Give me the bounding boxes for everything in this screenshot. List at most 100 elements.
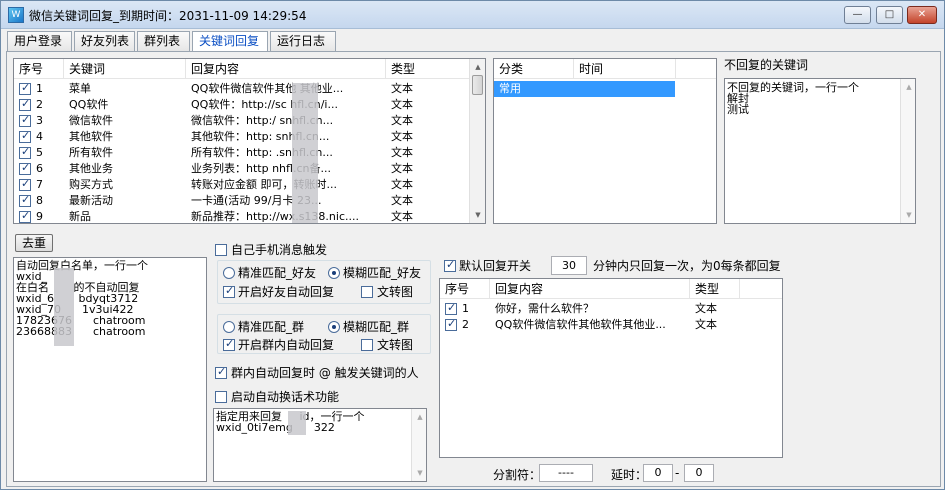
tab-user-login[interactable]: 用户登录 — [7, 31, 72, 51]
close-button[interactable]: ✕ — [907, 6, 937, 24]
table-row[interactable]: 4 其他软件 其他软件：http: snhfl.cn... 文本 — [14, 129, 469, 145]
friend-exact-radio[interactable] — [223, 267, 235, 279]
col-category[interactable]: 分类 — [494, 59, 574, 79]
table-row[interactable]: 6 其他业务 业务列表：http nhfl.cn备... 文本 — [14, 161, 469, 177]
row-checkbox[interactable] — [445, 317, 457, 331]
row-checkbox[interactable] — [19, 209, 31, 223]
col-index[interactable]: 序号 — [14, 59, 64, 79]
no-reply-textarea[interactable]: 不回复的关键词，一行一个 解封 测试 ▲ ▼ — [724, 78, 916, 224]
row-checkbox[interactable] — [19, 129, 31, 143]
scroll-thumb[interactable] — [472, 75, 483, 95]
table-row[interactable]: 9 新品 新品推荐：http://wx.s138.nic.... 文本 — [14, 209, 469, 223]
row-checkbox[interactable] — [19, 177, 31, 191]
table-row[interactable]: 3 微信软件 微信软件：http:/ snhfl.cn... 文本 — [14, 113, 469, 129]
row-checkbox[interactable] — [19, 81, 31, 95]
row-content: QQ软件微信软件其他软件其他业... — [495, 318, 666, 331]
whitelist-textarea[interactable]: 自动回复白名单，一行一个 wxid_ 在白名 的不自动回复 wxid_6 bdy… — [13, 257, 207, 482]
row-keyword: 其他业务 — [69, 162, 113, 175]
row-reply: 微信软件：http:/ snhfl.cn... — [191, 114, 334, 127]
col-index[interactable]: 序号 — [440, 279, 490, 299]
minimize-button[interactable]: — — [844, 6, 871, 24]
group-exact-label: 精准匹配_群 — [238, 320, 305, 334]
row-reply: 其他软件：http: snhfl.cn... — [191, 130, 330, 143]
reply-interval-input[interactable]: 30 — [551, 256, 587, 275]
table-row[interactable]: 5 所有软件 所有软件：http: .snhfl.cn... 文本 — [14, 145, 469, 161]
tab-keyword-reply[interactable]: 关键词回复 — [192, 31, 268, 52]
keyword-table-scrollbar[interactable]: ▲ ▼ — [469, 59, 485, 223]
scroll-up-icon[interactable]: ▲ — [470, 59, 485, 75]
row-reply: QQ软件微信软件其他 其他业... — [191, 82, 344, 95]
maximize-button[interactable]: □ — [876, 6, 903, 24]
friend-fuzzy-radio[interactable] — [328, 267, 340, 279]
delay-max-input[interactable]: 0 — [684, 464, 714, 482]
scroll-down-icon[interactable]: ▼ — [470, 207, 485, 223]
row-type: 文本 — [391, 178, 413, 191]
separator-label: 分割符： — [493, 468, 542, 482]
tab-friend-list[interactable]: 好友列表 — [74, 31, 135, 51]
row-reply: 新品推荐：http://wx.s138.nic.... — [191, 210, 359, 223]
row-index: 8 — [36, 194, 43, 207]
col-keyword[interactable]: 关键词 — [64, 59, 186, 79]
row-checkbox[interactable] — [445, 301, 457, 315]
assign-reply-scrollbar[interactable]: ▲ ▼ — [411, 409, 426, 481]
default-reply-table: 序号 回复内容 类型 1 你好，需什么软件？ 文本 2 QQ软件微信软件其他软件其他业.… — [439, 278, 783, 458]
row-checkbox[interactable] — [19, 193, 31, 207]
default-reply-checkbox[interactable] — [444, 258, 456, 272]
delay-min-input[interactable]: 0 — [643, 464, 673, 482]
row-reply: 所有软件：http: .snhfl.cn... — [191, 146, 333, 159]
friend-img-checkbox[interactable] — [361, 286, 373, 298]
col-type[interactable]: 类型 — [386, 59, 470, 79]
scroll-down-icon[interactable]: ▼ — [901, 207, 915, 223]
scroll-up-icon[interactable]: ▲ — [412, 409, 426, 425]
tab-run-log[interactable]: 运行日志 — [270, 31, 336, 51]
friend-img-label: 文转图 — [377, 285, 414, 299]
col-time[interactable]: 时间 — [574, 59, 676, 79]
group-auto-checkbox[interactable] — [223, 337, 235, 351]
separator-input[interactable]: ---- — [539, 464, 593, 482]
assign-reply-textarea[interactable]: 指定用来回复 id，一行一个 wxid_0ti7emg 322 ▲ ▼ — [213, 408, 427, 482]
scroll-down-icon[interactable]: ▼ — [412, 465, 426, 481]
col-reply[interactable]: 回复内容 — [186, 59, 386, 79]
delay-label: 延时： — [611, 468, 648, 482]
keyword-table: 序号 关键词 回复内容 类型 1 菜单 QQ软件微信软件其他 其他业... 文本 2 QQ… — [13, 58, 486, 224]
no-reply-scrollbar[interactable]: ▲ ▼ — [900, 79, 915, 223]
group-fuzzy-radio[interactable] — [328, 321, 340, 333]
redaction-mask — [292, 83, 318, 223]
row-reply: 业务列表：http nhfl.cn备... — [191, 162, 331, 175]
table-row[interactable]: 7 购买方式 转账对应金额 即可，转账时... 文本 — [14, 177, 469, 193]
group-auto-label: 开启群内自动回复 — [238, 338, 335, 352]
friend-exact-label: 精准匹配_好友 — [238, 266, 317, 280]
row-keyword: 所有软件 — [69, 146, 113, 159]
scroll-up-icon[interactable]: ▲ — [901, 79, 915, 95]
tab-group-list[interactable]: 群列表 — [137, 31, 190, 51]
category-name: 常用 — [499, 82, 521, 95]
col-content[interactable]: 回复内容 — [490, 279, 690, 299]
redaction-mask — [288, 411, 306, 435]
table-row[interactable]: 1 菜单 QQ软件微信软件其他 其他业... 文本 — [14, 81, 469, 97]
col-type[interactable]: 类型 — [690, 279, 740, 299]
category-row[interactable]: 常用 — [494, 81, 675, 97]
row-type: 文本 — [391, 210, 413, 223]
row-keyword: 微信软件 — [69, 114, 113, 127]
row-keyword: 其他软件 — [69, 130, 113, 143]
app-icon: W — [8, 7, 24, 23]
table-row[interactable]: 8 最新活动 一卡通(活动 99/月卡 23... 文本 — [14, 193, 469, 209]
row-checkbox[interactable] — [19, 113, 31, 127]
default-reply-label: 默认回复开关 — [459, 259, 532, 273]
row-checkbox[interactable] — [19, 161, 31, 175]
friend-auto-checkbox[interactable] — [223, 284, 235, 298]
table-row[interactable]: 2 QQ软件微信软件其他软件其他业... 文本 — [440, 317, 782, 333]
row-index: 1 — [36, 82, 43, 95]
table-row[interactable]: 1 你好，需什么软件？ 文本 — [440, 301, 782, 317]
group-img-checkbox[interactable] — [361, 339, 373, 351]
row-checkbox[interactable] — [19, 97, 31, 111]
dedupe-button[interactable]: 去重 — [15, 234, 53, 252]
group-at-checkbox[interactable] — [215, 365, 227, 379]
group-exact-radio[interactable] — [223, 321, 235, 333]
row-reply: QQ软件：http://sc hfl.cn/i... — [191, 98, 338, 111]
self-trigger-checkbox[interactable] — [215, 244, 227, 256]
row-checkbox[interactable] — [19, 145, 31, 159]
reply-interval-suffix: 分钟内只回复一次，为0每条都回复 — [593, 259, 781, 273]
auto-script-checkbox[interactable] — [215, 391, 227, 403]
table-row[interactable]: 2 QQ软件 QQ软件：http://sc hfl.cn/i... 文本 — [14, 97, 469, 113]
